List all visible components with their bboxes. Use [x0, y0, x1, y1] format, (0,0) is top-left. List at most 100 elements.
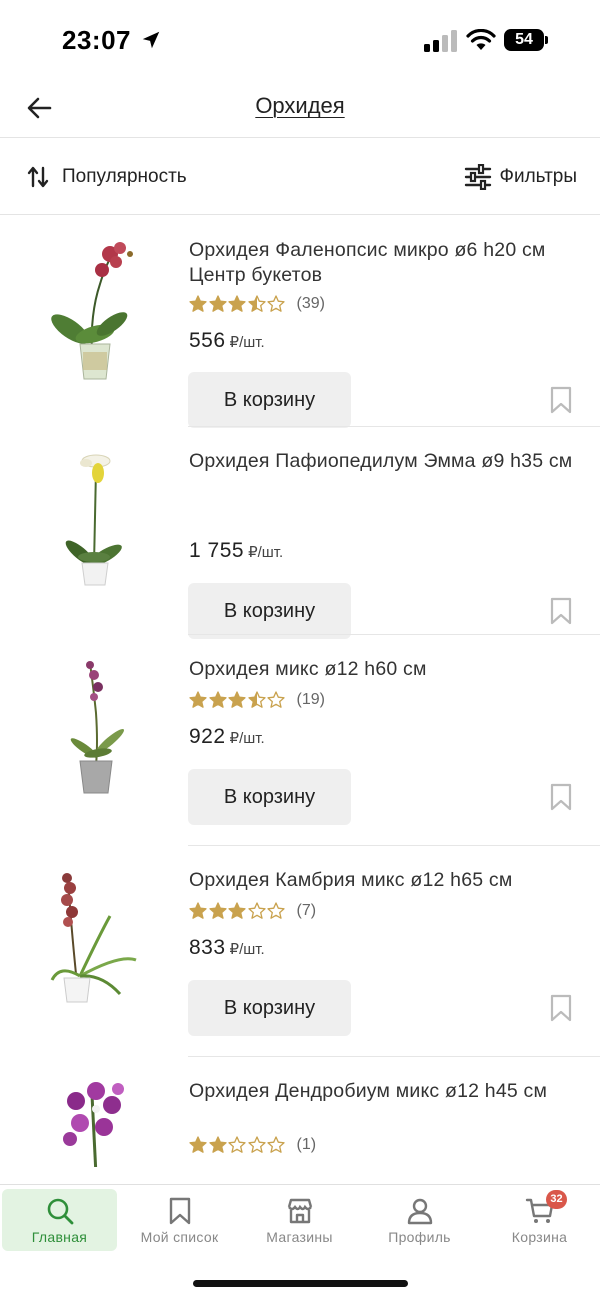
add-to-cart-button[interactable]: В корзину	[188, 372, 351, 428]
star-icon	[208, 1136, 227, 1153]
review-count: (7)	[296, 902, 317, 919]
product-name[interactable]: Орхидея Дендробиум микс ø12 h45 см	[189, 1079, 574, 1104]
star-icon	[189, 902, 207, 919]
price-unit: ₽/шт.	[229, 334, 265, 351]
product-price: 922 ₽/шт.	[189, 725, 265, 749]
tab-label: Мой список	[140, 1229, 219, 1245]
product-card[interactable]: Орхидея микс ø12 h60 см (19) 922 ₽/шт. В…	[0, 635, 600, 846]
tab-label: Профиль	[388, 1229, 451, 1245]
tab-profile[interactable]: Профиль	[362, 1189, 477, 1251]
battery-tip	[545, 36, 548, 44]
star-icon	[247, 295, 266, 312]
paphiopedilum-orchid-image[interactable]	[40, 445, 148, 595]
product-card[interactable]: Орхидея Дендробиум микс ø12 h45 см (1)	[0, 1057, 600, 1167]
price-value: 922	[189, 725, 226, 748]
nav-header: Орхидея	[0, 80, 600, 138]
sort-button[interactable]: Популярность	[26, 162, 187, 192]
review-count: (39)	[296, 295, 325, 312]
star-icon	[189, 691, 207, 708]
star-icon	[228, 1136, 246, 1153]
star-icon	[189, 1136, 207, 1153]
product-name[interactable]: Орхидея Камбрия микс ø12 h65 см	[189, 868, 574, 893]
star-icon	[228, 902, 246, 919]
add-to-cart-button[interactable]: В корзину	[188, 769, 351, 825]
user-icon	[407, 1198, 432, 1225]
product-rating: (19)	[189, 691, 325, 709]
home-indicator	[193, 1280, 408, 1287]
add-to-cart-button[interactable]: В корзину	[188, 583, 351, 639]
bookmark-icon	[169, 1197, 190, 1225]
rating-stars	[189, 691, 287, 709]
page-title-text: Орхидея	[255, 93, 345, 118]
star-icon	[228, 691, 246, 708]
mix-orchid-image[interactable]	[40, 653, 148, 803]
filter-sliders-icon	[464, 164, 491, 190]
status-time: 23:07	[62, 25, 131, 55]
cambria-orchid-image[interactable]	[40, 864, 148, 1014]
price-unit: ₽/шт.	[229, 941, 265, 958]
star-icon	[267, 902, 285, 919]
search-icon	[47, 1198, 73, 1225]
product-price: 556 ₽/шт.	[189, 329, 265, 353]
wifi-icon	[466, 29, 496, 50]
star-icon	[208, 902, 227, 919]
product-list: Орхидея Фаленопсис микро ø6 h20 см Центр…	[0, 216, 600, 1167]
product-card[interactable]: Орхидея Фаленопсис микро ø6 h20 см Центр…	[0, 216, 600, 428]
battery-indicator: 54	[504, 29, 544, 51]
tab-stores[interactable]: Магазины	[242, 1189, 357, 1251]
bookmark-icon[interactable]	[549, 994, 573, 1022]
status-bar: 23:07 54	[0, 0, 600, 80]
tab-label: Корзина	[511, 1229, 568, 1245]
cart-count-badge: 32	[546, 1190, 567, 1209]
location-arrow-icon	[142, 31, 160, 49]
dendrobium-orchid-image[interactable]	[40, 1075, 148, 1167]
price-unit: ₽/шт.	[229, 730, 265, 747]
rating-stars	[189, 902, 287, 920]
star-icon	[267, 1136, 285, 1153]
star-icon	[247, 902, 266, 919]
star-icon	[267, 691, 285, 708]
product-rating: (7)	[189, 902, 316, 920]
product-rating: (39)	[189, 295, 325, 313]
product-name[interactable]: Орхидея Фаленопсис микро ø6 h20 см Центр…	[189, 238, 574, 288]
bookmark-icon[interactable]	[549, 386, 573, 414]
product-price: 833 ₽/шт.	[189, 936, 265, 960]
phalaenopsis-orchid-image[interactable]	[40, 234, 148, 384]
product-price: 1 755 ₽/шт.	[189, 539, 283, 563]
filter-label: Фильтры	[499, 166, 577, 187]
page-title: Орхидея	[0, 93, 600, 119]
filter-button[interactable]: Фильтры	[464, 162, 577, 192]
store-icon	[287, 1198, 312, 1224]
star-icon	[247, 1136, 266, 1153]
cellular-signal-icon	[424, 30, 457, 52]
rating-stars	[189, 1136, 287, 1154]
star-icon	[208, 691, 227, 708]
bookmark-icon[interactable]	[549, 783, 573, 811]
price-value: 833	[189, 936, 226, 959]
star-icon	[267, 295, 285, 312]
review-count: (1)	[296, 1136, 317, 1153]
product-card[interactable]: Орхидея Камбрия микс ø12 h65 см (7) 833 …	[0, 846, 600, 1057]
price-value: 1 755	[189, 539, 245, 562]
tab-cart[interactable]: Корзина	[482, 1189, 597, 1251]
tab-label: Главная	[31, 1229, 88, 1245]
tab-label: Магазины	[266, 1229, 333, 1245]
price-value: 556	[189, 329, 226, 352]
price-unit: ₽/шт.	[248, 544, 284, 561]
bookmark-icon[interactable]	[549, 597, 573, 625]
sort-filter-toolbar: Популярность Фильтры	[0, 138, 600, 215]
product-name[interactable]: Орхидея Пафиопедилум Эмма ø9 h35 см	[189, 449, 574, 474]
product-card[interactable]: Орхидея Пафиопедилум Эмма ø9 h35 см 1 75…	[0, 427, 600, 639]
star-icon	[228, 295, 246, 312]
star-icon	[247, 691, 266, 708]
star-icon	[208, 295, 227, 312]
add-to-cart-button[interactable]: В корзину	[188, 980, 351, 1036]
review-count: (19)	[296, 691, 325, 708]
tab-home[interactable]: Главная	[2, 1189, 117, 1251]
product-rating: (1)	[189, 1136, 316, 1154]
star-icon	[189, 295, 207, 312]
product-name[interactable]: Орхидея микс ø12 h60 см	[189, 657, 574, 682]
sort-icon	[27, 166, 49, 188]
sort-label: Популярность	[62, 166, 187, 187]
tab-my-list[interactable]: Мой список	[122, 1189, 237, 1251]
